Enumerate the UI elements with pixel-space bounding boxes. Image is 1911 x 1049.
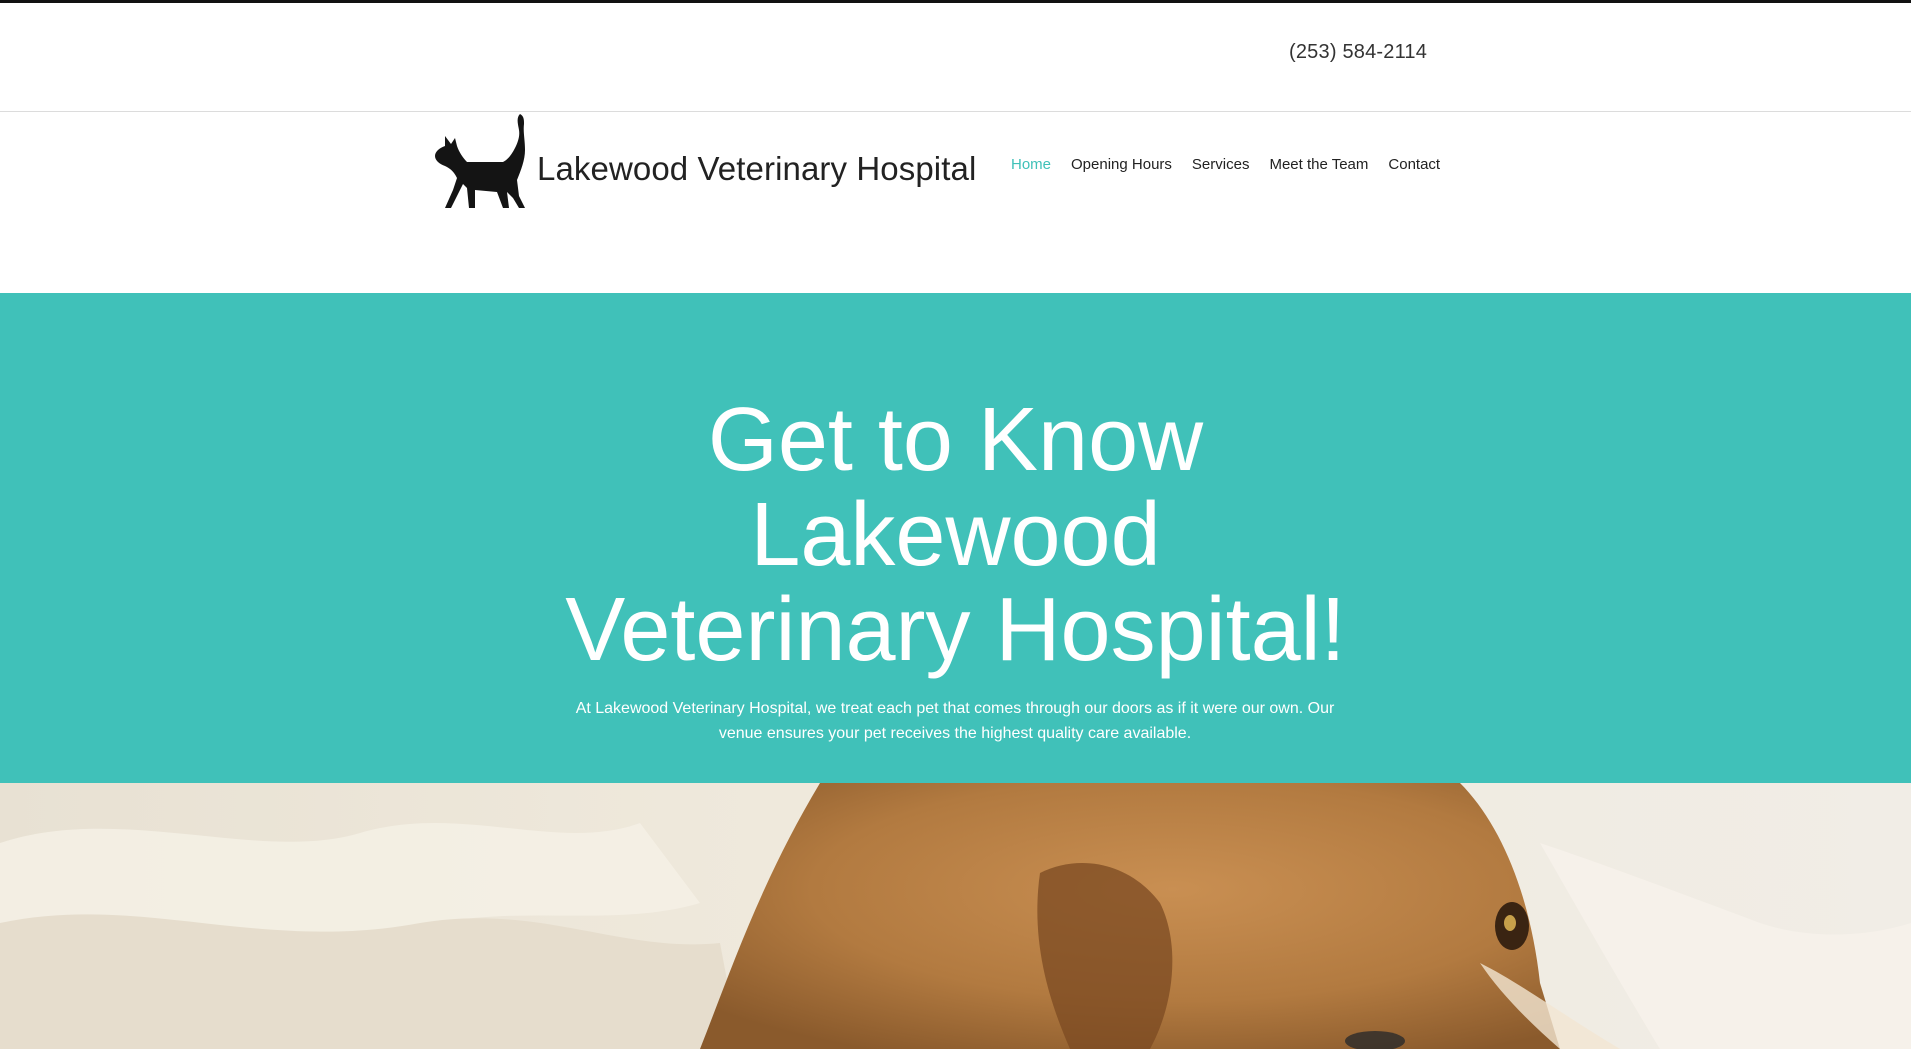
hero-title: Get to Know Lakewood Veterinary Hospital… (0, 393, 1911, 678)
nav-item-meet-the-team[interactable]: Meet the Team (1269, 156, 1368, 173)
phone-number-link[interactable]: (253) 584-2114 (1289, 41, 1427, 64)
hero-title-line-3: Veterinary Hospital! (565, 580, 1346, 680)
site-logo-link[interactable]: Lakewood Veterinary Hospital (423, 112, 976, 212)
nav-item-home[interactable]: Home (1011, 156, 1051, 173)
site-header: Lakewood Veterinary Hospital Home Openin… (0, 112, 1911, 293)
cat-silhouette-icon (435, 114, 525, 208)
top-bar: (253) 584-2114 (0, 3, 1911, 112)
page: (253) 584-2114 Lakewood Veterinary Hospi… (0, 0, 1911, 1049)
main-nav: Home Opening Hours Services Meet the Tea… (1011, 156, 1440, 173)
hero-description: At Lakewood Veterinary Hospital, we trea… (575, 700, 1335, 742)
hero-title-line-2: Lakewood (750, 485, 1161, 585)
hero-title-line-1: Get to Know (707, 390, 1204, 490)
nav-item-services[interactable]: Services (1192, 156, 1250, 173)
nav-item-contact[interactable]: Contact (1388, 156, 1440, 173)
nav-item-opening-hours[interactable]: Opening Hours (1071, 156, 1172, 173)
site-title: Lakewood Veterinary Hospital (537, 150, 977, 187)
hero-section: Get to Know Lakewood Veterinary Hospital… (0, 293, 1911, 783)
dog-photo-banner (0, 783, 1911, 1049)
dog-photo-image (0, 783, 1911, 1049)
